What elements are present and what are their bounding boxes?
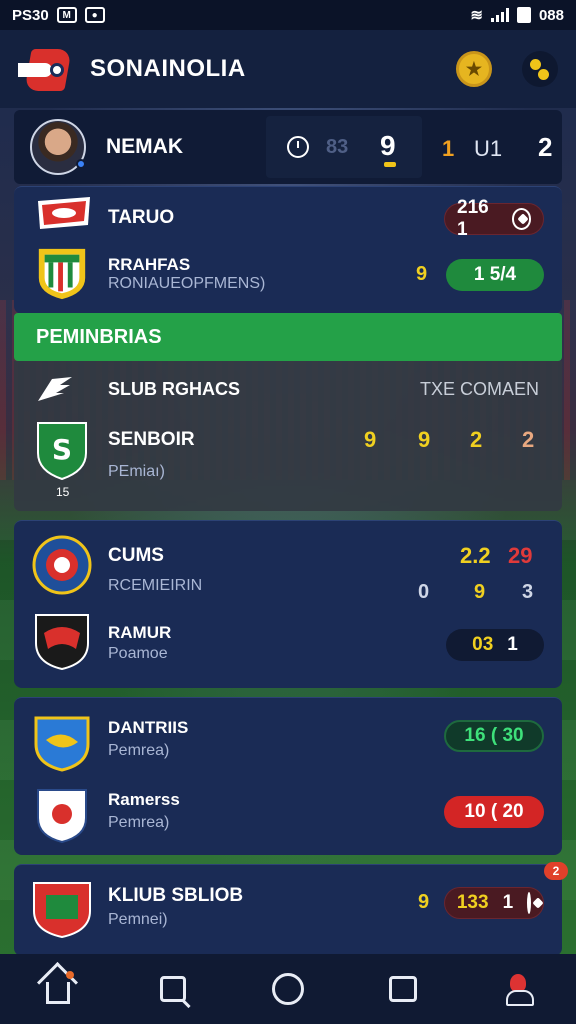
nav-search[interactable] <box>153 969 193 1009</box>
chat-icon <box>389 976 418 1002</box>
status-battery-text: 088 <box>538 6 564 24</box>
notification-badge: 2 <box>544 862 568 880</box>
crest-caption: 15 <box>56 485 70 499</box>
team-name: TARUO <box>108 207 175 228</box>
team-crest-icon <box>32 535 92 595</box>
league-right-label: TXE COMAEN <box>420 379 540 399</box>
match-card-1[interactable]: TARUO 216 1 RRAHFAS RONIAUEOPFMENS) 9 1 … <box>14 186 562 314</box>
score-value: 1 <box>507 634 518 655</box>
stat-big: 9 <box>380 130 396 161</box>
team-crest-icon: S <box>37 422 87 481</box>
battery-icon <box>516 7 531 23</box>
indicator-mark: 9 <box>416 263 428 285</box>
team-name: DANTRIIS <box>108 718 189 737</box>
stat-value: 3 <box>522 581 534 603</box>
team-name: KLIUB SBLIOB <box>108 885 244 906</box>
circle-icon <box>271 973 304 1005</box>
status-bar: PS30 M ● ≋ 088 <box>0 0 576 30</box>
team-subtitle: Pemnei) <box>108 911 168 928</box>
nav-home[interactable] <box>38 969 78 1009</box>
trophy-icon[interactable]: ★ <box>456 51 492 87</box>
nav-center[interactable] <box>268 969 308 1009</box>
league-card[interactable]: SLUB RGHACS TXE COMAEN S 15 SENBOIR PEmi… <box>14 361 562 511</box>
app-header: SONAINOLIA ★ <box>0 30 576 108</box>
team-row: TARUO 216 1 <box>14 193 562 253</box>
clock-icon <box>287 136 309 158</box>
match-card-4[interactable]: KLIUB SBLIOB Pemnei) 9 133 1 <box>14 864 562 956</box>
notification-icon: ● <box>84 7 105 23</box>
featured-player-row[interactable]: NEMAK 83 9 1 U1 2 <box>14 110 562 184</box>
menu-icon[interactable] <box>522 51 558 87</box>
stat-value: U1 <box>474 136 503 161</box>
score-pill: 1 5/4 <box>446 259 544 291</box>
score-yellow: 2.2 <box>460 543 491 568</box>
profile-icon <box>504 974 535 1006</box>
team-name: Ramerss <box>108 790 180 809</box>
score-value: 133 <box>456 892 489 913</box>
search-icon <box>159 976 186 1002</box>
team-crest-icon <box>34 716 90 772</box>
match-card-3[interactable]: DANTRIIS Pemrea) 16 ( 30 Ramerss Pemrea)… <box>14 697 562 855</box>
team-subtitle: RCEMIEIRIN <box>108 577 203 594</box>
svg-text:S: S <box>52 433 72 466</box>
team-name: RAMUR <box>108 623 172 642</box>
stat-value: 2 <box>522 427 535 452</box>
team-crest-icon <box>38 248 86 300</box>
team-subtitle: RONIAUEOPFMENS) <box>108 275 266 292</box>
team-subtitle: Pemrea) <box>108 742 170 759</box>
team-crest-icon <box>33 882 91 939</box>
app-title: SONAINOLIA <box>90 55 246 82</box>
indicator-mark: 9 <box>418 891 430 913</box>
score-pill: 216 1 <box>444 197 544 240</box>
stat-value: 9 <box>474 581 486 603</box>
stat-value: 9 <box>418 427 431 452</box>
score-pill: 10 ( 20 <box>444 796 544 828</box>
match-card-2[interactable]: CUMS RCEMIEIRIN 2.2 29 0 9 3 RAMUR Poamo… <box>14 520 562 688</box>
avatar <box>30 119 86 175</box>
stat-slash: 1 <box>442 136 455 161</box>
team-subtitle: Pemrea) <box>108 814 170 831</box>
team-name: SENBOIR <box>108 429 195 450</box>
ball-icon <box>527 892 532 914</box>
team-crest-icon <box>35 614 89 671</box>
player-name: NEMAK <box>106 135 183 158</box>
team-row: RRAHFAS RONIAUEOPFMENS) 9 1 5/4 <box>14 245 562 305</box>
bottom-nav <box>0 954 576 1024</box>
ball-icon <box>511 208 531 230</box>
signal-icon <box>490 8 509 22</box>
stat-value: 9 <box>364 427 377 452</box>
score-pill: 16 ( 30 <box>444 720 544 752</box>
stat-value: 0 <box>418 581 430 603</box>
score-pill: 133 1 <box>444 887 544 919</box>
nav-chat[interactable] <box>383 969 423 1009</box>
app-logo <box>18 45 72 93</box>
score-value: 03 <box>472 634 494 655</box>
stat-last: 2 <box>538 132 553 162</box>
score-red: 29 <box>508 543 533 568</box>
wifi-icon: ≋ <box>470 7 483 24</box>
score-pill: 03 1 <box>446 629 544 661</box>
team-subtitle: PEmiaı) <box>108 463 165 480</box>
status-time: PS30 <box>12 6 49 24</box>
score-value: 216 1 <box>457 197 489 240</box>
section-header[interactable]: PEMINBRIAS <box>14 313 562 361</box>
stat-value: 2 <box>470 427 483 452</box>
score-value: 1 <box>502 892 514 913</box>
team-name: RRAHFAS <box>108 255 191 274</box>
team-flag-icon <box>38 197 90 229</box>
nav-profile[interactable] <box>498 969 538 1009</box>
home-icon <box>45 982 70 1004</box>
team-name: CUMS <box>108 545 164 566</box>
player-stats: 83 9 1 U1 2 <box>254 110 562 184</box>
stat-dim: 83 <box>326 136 349 158</box>
team-crest-icon <box>37 789 87 844</box>
mail-icon: M <box>56 7 77 23</box>
wing-icon <box>38 377 72 401</box>
team-subtitle: Poamoe <box>108 645 168 662</box>
league-name: SLUB RGHACS <box>108 379 241 399</box>
